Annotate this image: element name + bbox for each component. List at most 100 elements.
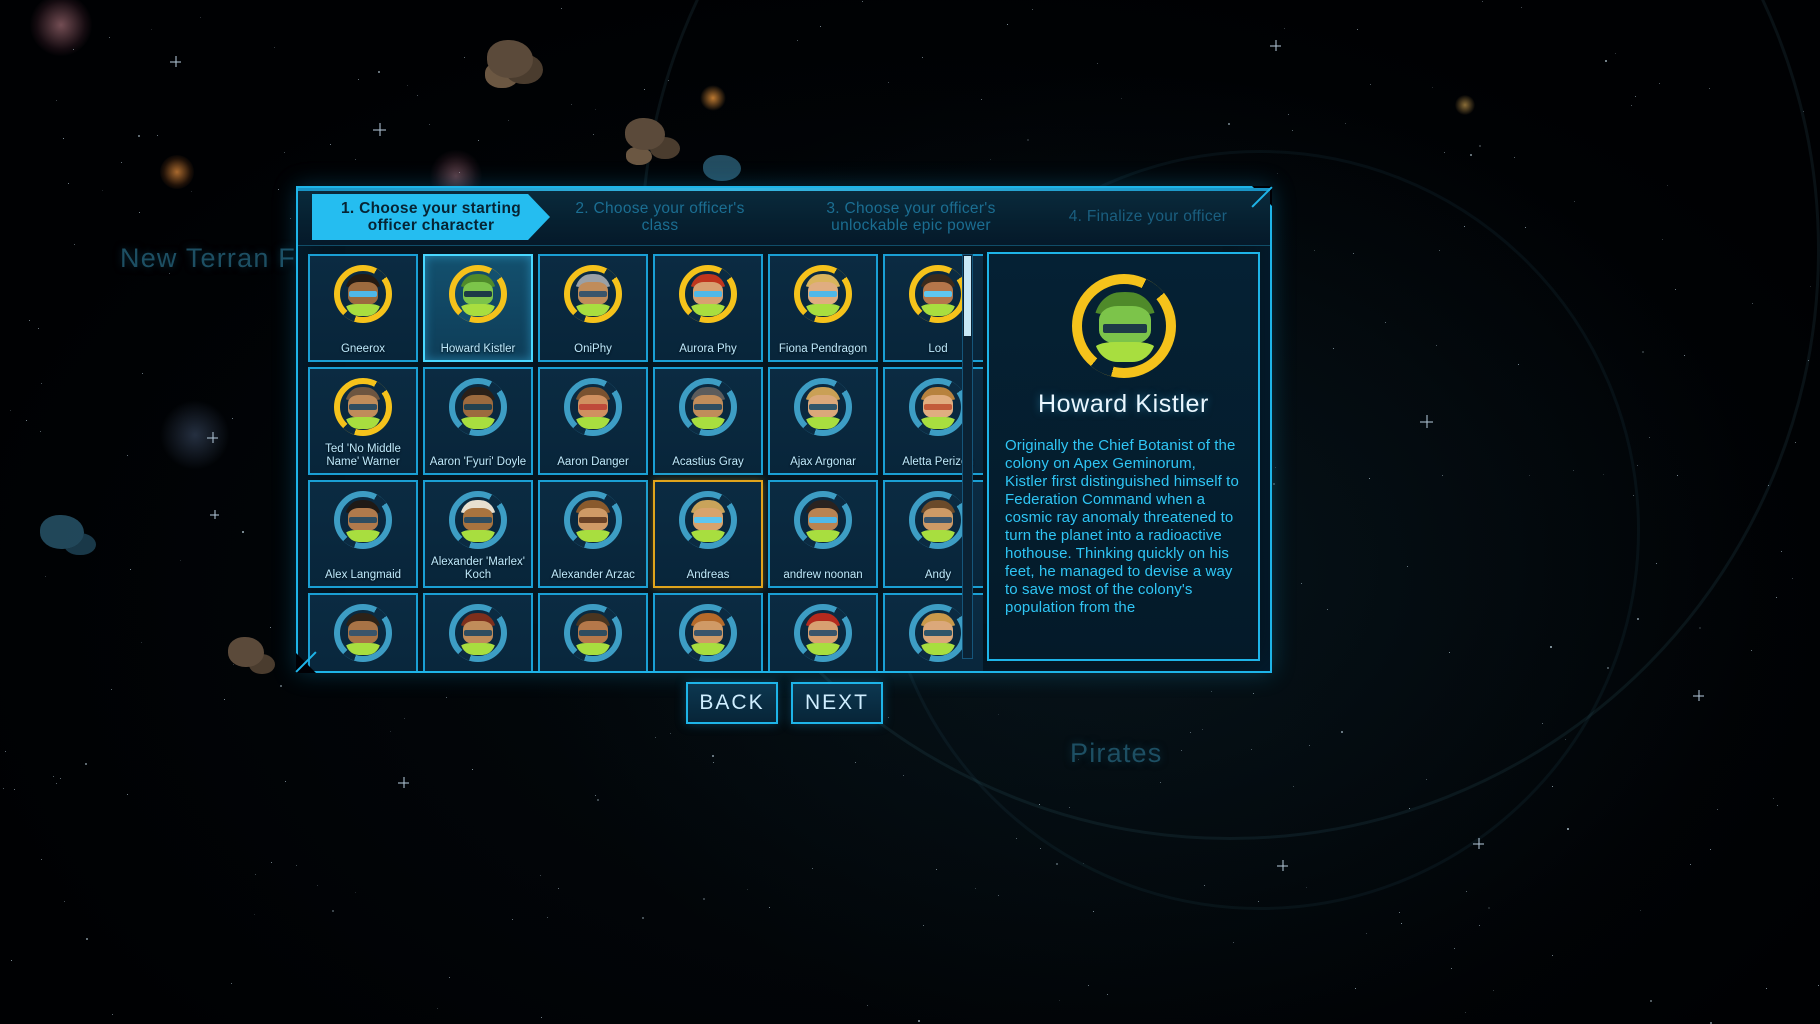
- star: [1818, 985, 1819, 986]
- portrait-visor-icon: [694, 630, 722, 636]
- character-cell[interactable]: Alex Langmaid: [308, 480, 418, 588]
- selected-character-portrait: [1071, 274, 1176, 378]
- tab-bar-glow: [298, 188, 1270, 191]
- portrait-visor-icon: [924, 404, 952, 410]
- portrait-visor-icon: [694, 404, 722, 410]
- tab-choose-epic-power[interactable]: 3. Choose your officer's unlockable epic…: [806, 194, 1016, 240]
- character-cell[interactable]: Alexander Arzac: [538, 480, 648, 588]
- star: [1640, 910, 1641, 911]
- portrait-face: [460, 274, 496, 316]
- portrait-visor-icon: [579, 517, 607, 523]
- portrait-face: [690, 274, 726, 316]
- portrait-uniform: [1093, 342, 1156, 362]
- tab-finalize-officer[interactable]: 4. Finalize your officer: [1038, 194, 1258, 240]
- back-button[interactable]: BACK: [686, 682, 778, 724]
- portrait-uniform: [690, 643, 726, 655]
- character-cell[interactable]: Archibald: [423, 593, 533, 671]
- star: [41, 383, 42, 384]
- star: [63, 138, 64, 139]
- sparkle: [1420, 415, 1433, 428]
- character-cell[interactable]: Andreas: [653, 480, 763, 588]
- tab-choose-character[interactable]: 1. Choose your starting officer characte…: [312, 194, 550, 240]
- character-cell[interactable]: Ted 'No Middle Name' Warner: [308, 367, 418, 475]
- star: [200, 17, 201, 18]
- portrait-face: [805, 387, 841, 429]
- scrollbar-thumb[interactable]: [964, 256, 971, 337]
- character-cell[interactable]: Alexander 'Marlex' Koch: [423, 480, 533, 588]
- officer-creation-dialog: 1. Choose your starting officer characte…: [295, 186, 1273, 673]
- star: [1016, 838, 1017, 839]
- nebula-orb-3: [160, 400, 230, 470]
- character-cell[interactable]: Aurora Phy: [653, 254, 763, 362]
- character-cell[interactable]: Ajax Argonar: [768, 367, 878, 475]
- sparkle: [373, 123, 386, 136]
- character-grid-scrollbar[interactable]: [962, 254, 973, 659]
- star: [407, 85, 408, 86]
- star: [1399, 912, 1400, 913]
- star: [597, 799, 599, 801]
- star: [1454, 948, 1455, 949]
- portrait-visor-icon: [694, 291, 722, 297]
- character-cell[interactable]: Fiona Pendragon: [768, 254, 878, 362]
- star: [547, 917, 548, 918]
- character-cell[interactable]: Howard Kistler: [423, 254, 533, 362]
- star: [747, 889, 748, 890]
- portrait-visor-icon: [924, 630, 952, 636]
- star: [975, 888, 976, 889]
- star: [274, 47, 275, 48]
- portrait-face: [690, 613, 726, 655]
- nebula-orb-5: [700, 85, 726, 111]
- star: [53, 776, 54, 777]
- nebula-orb-6: [1455, 95, 1475, 115]
- star: [10, 410, 11, 411]
- star: [595, 795, 596, 796]
- character-cell[interactable]: Aaron Danger: [538, 367, 648, 475]
- next-button[interactable]: NEXT: [791, 682, 883, 724]
- portrait-uniform: [345, 304, 381, 316]
- character-name-label: Aaron Danger: [557, 455, 629, 468]
- star: [1401, 923, 1402, 924]
- asteroid-cluster-2: [625, 118, 665, 150]
- portrait-face: [575, 274, 611, 316]
- character-cell[interactable]: Aaron 'Fyuri' Doyle: [423, 367, 533, 475]
- character-cell[interactable]: Acastius Gray: [653, 367, 763, 475]
- character-portrait: [909, 378, 967, 436]
- star: [5, 751, 6, 752]
- star: [449, 977, 450, 978]
- star: [233, 664, 234, 665]
- asteroid-cluster-1: [487, 40, 533, 78]
- character-cell[interactable]: Gneerox: [308, 254, 418, 362]
- character-portrait: [449, 604, 507, 662]
- star: [1792, 578, 1793, 579]
- portrait-face: [805, 274, 841, 316]
- portrait-face: [345, 387, 381, 429]
- character-portrait: [449, 378, 507, 436]
- tab-choose-class[interactable]: 2. Choose your officer's class: [556, 194, 764, 240]
- character-portrait: [679, 491, 737, 549]
- portrait-uniform: [805, 304, 841, 316]
- star: [593, 134, 594, 135]
- portrait-visor-icon: [579, 291, 607, 297]
- portrait-uniform: [345, 643, 381, 655]
- star: [998, 895, 999, 896]
- character-portrait: [679, 604, 737, 662]
- character-cell[interactable]: [768, 593, 878, 671]
- sparkle: [1277, 860, 1288, 871]
- character-cell[interactable]: [308, 593, 418, 671]
- star: [330, 144, 331, 145]
- character-cell[interactable]: [653, 593, 763, 671]
- portrait-uniform: [460, 643, 496, 655]
- portrait-visor-icon: [924, 291, 952, 297]
- star: [903, 775, 904, 776]
- star: [1650, 1000, 1652, 1002]
- character-name-label: OniPhy: [574, 342, 612, 355]
- character-cell[interactable]: andrew noonan: [768, 480, 878, 588]
- star: [378, 71, 380, 73]
- portrait-uniform: [575, 643, 611, 655]
- portrait-face: [460, 500, 496, 542]
- character-cell[interactable]: OniPhy: [538, 254, 648, 362]
- portrait-visor-icon: [809, 404, 837, 410]
- character-cell[interactable]: [538, 593, 648, 671]
- star: [278, 189, 279, 190]
- star: [512, 919, 513, 920]
